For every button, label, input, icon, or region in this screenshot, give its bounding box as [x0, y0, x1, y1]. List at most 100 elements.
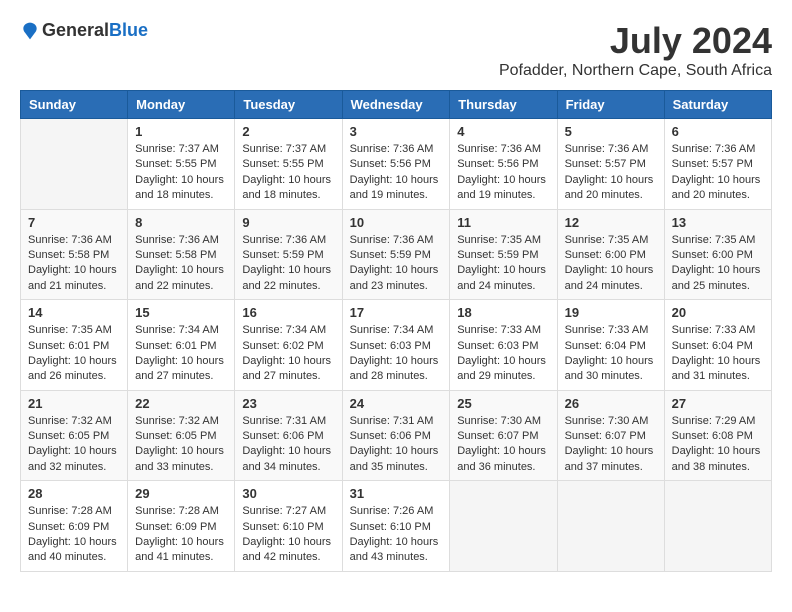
calendar-week-2: 7 Sunrise: 7:36 AMSunset: 5:58 PMDaylight…	[21, 209, 772, 300]
day-number: 2	[242, 124, 334, 139]
day-number: 19	[565, 305, 657, 320]
day-number: 30	[242, 486, 334, 501]
day-number: 12	[565, 215, 657, 230]
calendar-cell: 21 Sunrise: 7:32 AMSunset: 6:05 PMDayligh…	[21, 390, 128, 481]
day-number: 16	[242, 305, 334, 320]
day-info: Sunrise: 7:28 AMSunset: 6:09 PMDaylight:…	[135, 504, 227, 566]
day-number: 25	[457, 396, 549, 411]
calendar-cell: 30 Sunrise: 7:27 AMSunset: 6:10 PMDayligh…	[235, 481, 342, 572]
calendar-table: Sunday Monday Tuesday Wednesday Thursday…	[20, 90, 772, 572]
calendar-cell: 2 Sunrise: 7:37 AMSunset: 5:55 PMDaylight…	[235, 119, 342, 210]
day-info: Sunrise: 7:35 AMSunset: 6:00 PMDaylight:…	[672, 233, 764, 295]
day-info: Sunrise: 7:26 AMSunset: 6:10 PMDaylight:…	[350, 504, 443, 566]
day-info: Sunrise: 7:36 AMSunset: 5:57 PMDaylight:…	[672, 142, 764, 204]
day-number: 14	[28, 305, 120, 320]
day-info: Sunrise: 7:30 AMSunset: 6:07 PMDaylight:…	[457, 414, 549, 476]
calendar-cell	[450, 481, 557, 572]
calendar-cell: 6 Sunrise: 7:36 AMSunset: 5:57 PMDaylight…	[664, 119, 771, 210]
calendar-cell: 28Sunrise: 7:28 AMSunset: 6:09 PMDayligh…	[21, 481, 128, 572]
day-number: 11	[457, 215, 549, 230]
day-number: 24	[350, 396, 443, 411]
day-info: Sunrise: 7:36 AMSunset: 5:58 PMDaylight:…	[135, 233, 227, 295]
day-number: 6	[672, 124, 764, 139]
calendar-cell: 4 Sunrise: 7:36 AMSunset: 5:56 PMDaylight…	[450, 119, 557, 210]
calendar-cell: 10 Sunrise: 7:36 AMSunset: 5:59 PMDayligh…	[342, 209, 450, 300]
header-sunday: Sunday	[21, 91, 128, 119]
calendar-cell: 25 Sunrise: 7:30 AMSunset: 6:07 PMDayligh…	[450, 390, 557, 481]
day-info: Sunrise: 7:29 AMSunset: 6:08 PMDaylight:…	[672, 414, 764, 476]
day-info: Sunrise: 7:36 AMSunset: 5:57 PMDaylight:…	[565, 142, 657, 204]
calendar-cell: 27Sunrise: 7:29 AMSunset: 6:08 PMDayligh…	[664, 390, 771, 481]
day-number: 10	[350, 215, 443, 230]
day-info: Sunrise: 7:33 AMSunset: 6:04 PMDaylight:…	[565, 323, 657, 385]
day-number: 29	[135, 486, 227, 501]
calendar-cell: 1Sunrise: 7:37 AMSunset: 5:55 PMDaylight…	[128, 119, 235, 210]
month-title: July 2024	[499, 20, 772, 62]
header-friday: Friday	[557, 91, 664, 119]
day-number: 22	[135, 396, 227, 411]
calendar-cell: 11 Sunrise: 7:35 AMSunset: 5:59 PMDayligh…	[450, 209, 557, 300]
calendar-cell: 13 Sunrise: 7:35 AMSunset: 6:00 PMDayligh…	[664, 209, 771, 300]
day-info: Sunrise: 7:35 AMSunset: 6:01 PMDaylight:…	[28, 323, 120, 385]
day-number: 17	[350, 305, 443, 320]
day-info: Sunrise: 7:32 AMSunset: 6:05 PMDaylight:…	[28, 414, 120, 476]
calendar-cell: 8 Sunrise: 7:36 AMSunset: 5:58 PMDaylight…	[128, 209, 235, 300]
calendar-cell: 19 Sunrise: 7:33 AMSunset: 6:04 PMDayligh…	[557, 300, 664, 391]
day-number: 8	[135, 215, 227, 230]
day-info: Sunrise: 7:32 AMSunset: 6:05 PMDaylight:…	[135, 414, 227, 476]
calendar-cell: 15Sunrise: 7:34 AMSunset: 6:01 PMDayligh…	[128, 300, 235, 391]
day-info: Sunrise: 7:34 AMSunset: 6:03 PMDaylight:…	[350, 323, 443, 385]
day-info: Sunrise: 7:33 AMSunset: 6:03 PMDaylight:…	[457, 323, 549, 385]
day-number: 26	[565, 396, 657, 411]
day-info: Sunrise: 7:33 AMSunset: 6:04 PMDaylight:…	[672, 323, 764, 385]
day-number: 9	[242, 215, 334, 230]
day-info: Sunrise: 7:36 AMSunset: 5:56 PMDaylight:…	[350, 142, 443, 204]
day-info: Sunrise: 7:36 AMSunset: 5:59 PMDaylight:…	[242, 233, 334, 295]
header-monday: Monday	[128, 91, 235, 119]
day-number: 13	[672, 215, 764, 230]
day-info: Sunrise: 7:37 AMSunset: 5:55 PMDaylight:…	[135, 142, 227, 204]
calendar-cell: 31 Sunrise: 7:26 AMSunset: 6:10 PMDayligh…	[342, 481, 450, 572]
header-thursday: Thursday	[450, 91, 557, 119]
calendar-week-3: 14 Sunrise: 7:35 AMSunset: 6:01 PMDayligh…	[21, 300, 772, 391]
day-number: 4	[457, 124, 549, 139]
calendar-cell	[557, 481, 664, 572]
header-saturday: Saturday	[664, 91, 771, 119]
day-number: 21	[28, 396, 120, 411]
day-number: 31	[350, 486, 443, 501]
calendar-cell: 5Sunrise: 7:36 AMSunset: 5:57 PMDaylight…	[557, 119, 664, 210]
calendar-week-5: 28Sunrise: 7:28 AMSunset: 6:09 PMDayligh…	[21, 481, 772, 572]
logo: GeneralBlue	[20, 20, 148, 41]
calendar-cell: 18 Sunrise: 7:33 AMSunset: 6:03 PMDayligh…	[450, 300, 557, 391]
calendar-cell: 24 Sunrise: 7:31 AMSunset: 6:06 PMDayligh…	[342, 390, 450, 481]
day-info: Sunrise: 7:34 AMSunset: 6:02 PMDaylight:…	[242, 323, 334, 385]
calendar-cell: 22 Sunrise: 7:32 AMSunset: 6:05 PMDayligh…	[128, 390, 235, 481]
calendar-cell: 7 Sunrise: 7:36 AMSunset: 5:58 PMDaylight…	[21, 209, 128, 300]
calendar-cell: 23Sunrise: 7:31 AMSunset: 6:06 PMDayligh…	[235, 390, 342, 481]
day-info: Sunrise: 7:28 AMSunset: 6:09 PMDaylight:…	[28, 504, 120, 566]
day-info: Sunrise: 7:27 AMSunset: 6:10 PMDaylight:…	[242, 504, 334, 566]
day-number: 20	[672, 305, 764, 320]
day-info: Sunrise: 7:36 AMSunset: 5:56 PMDaylight:…	[457, 142, 549, 204]
day-info: Sunrise: 7:36 AMSunset: 5:59 PMDaylight:…	[350, 233, 443, 295]
calendar-cell: 12Sunrise: 7:35 AMSunset: 6:00 PMDayligh…	[557, 209, 664, 300]
day-number: 7	[28, 215, 120, 230]
calendar-cell	[664, 481, 771, 572]
calendar-cell: 16 Sunrise: 7:34 AMSunset: 6:02 PMDayligh…	[235, 300, 342, 391]
day-number: 18	[457, 305, 549, 320]
header-wednesday: Wednesday	[342, 91, 450, 119]
day-info: Sunrise: 7:35 AMSunset: 5:59 PMDaylight:…	[457, 233, 549, 295]
day-info: Sunrise: 7:30 AMSunset: 6:07 PMDaylight:…	[565, 414, 657, 476]
day-info: Sunrise: 7:34 AMSunset: 6:01 PMDaylight:…	[135, 323, 227, 385]
day-info: Sunrise: 7:31 AMSunset: 6:06 PMDaylight:…	[350, 414, 443, 476]
location-title: Pofadder, Northern Cape, South Africa	[499, 62, 772, 80]
header-row: Sunday Monday Tuesday Wednesday Thursday…	[21, 91, 772, 119]
day-info: Sunrise: 7:36 AMSunset: 5:58 PMDaylight:…	[28, 233, 120, 295]
title-section: July 2024 Pofadder, Northern Cape, South…	[499, 20, 772, 80]
day-info: Sunrise: 7:37 AMSunset: 5:55 PMDaylight:…	[242, 142, 334, 204]
calendar-cell	[21, 119, 128, 210]
logo-icon	[20, 21, 40, 41]
calendar-cell: 17 Sunrise: 7:34 AMSunset: 6:03 PMDayligh…	[342, 300, 450, 391]
calendar-cell: 20 Sunrise: 7:33 AMSunset: 6:04 PMDayligh…	[664, 300, 771, 391]
page-header: GeneralBlue July 2024 Pofadder, Northern…	[20, 20, 772, 80]
